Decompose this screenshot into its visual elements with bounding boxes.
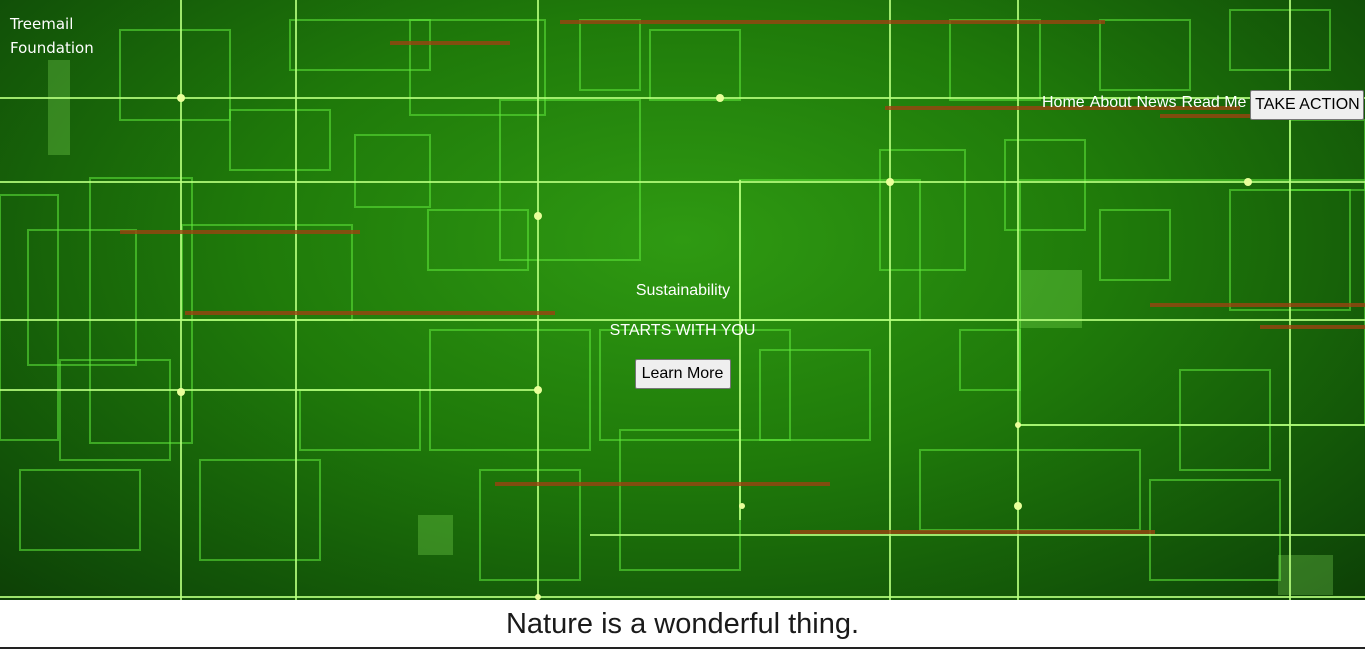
site-logo[interactable]: Treemail Foundation [10, 12, 94, 60]
logo-line-2: Foundation [10, 39, 94, 57]
hero-tagline: Sustainability [635, 282, 731, 299]
logo-line-1: Treemail [10, 15, 74, 33]
nav-link-read-me[interactable]: Read Me [1182, 93, 1247, 113]
nav-link-home[interactable]: Home [1042, 93, 1085, 113]
section-heading: Nature is a wonderful thing. [505, 608, 860, 640]
hero-content: Sustainability STARTS WITH YOU Learn Mor… [0, 280, 1365, 389]
hero-section: Treemail Foundation Home About News Read… [0, 0, 1365, 600]
nav-link-about[interactable]: About [1090, 93, 1132, 113]
hero-headline: STARTS WITH YOU [609, 322, 756, 339]
nav-link-news[interactable]: News [1137, 93, 1177, 113]
take-action-button[interactable]: TAKE ACTION [1250, 90, 1365, 120]
learn-more-button[interactable]: Learn More [634, 359, 731, 389]
main-nav: Home About News Read Me TAKE ACTION [1042, 86, 1365, 120]
divider [0, 647, 1365, 649]
